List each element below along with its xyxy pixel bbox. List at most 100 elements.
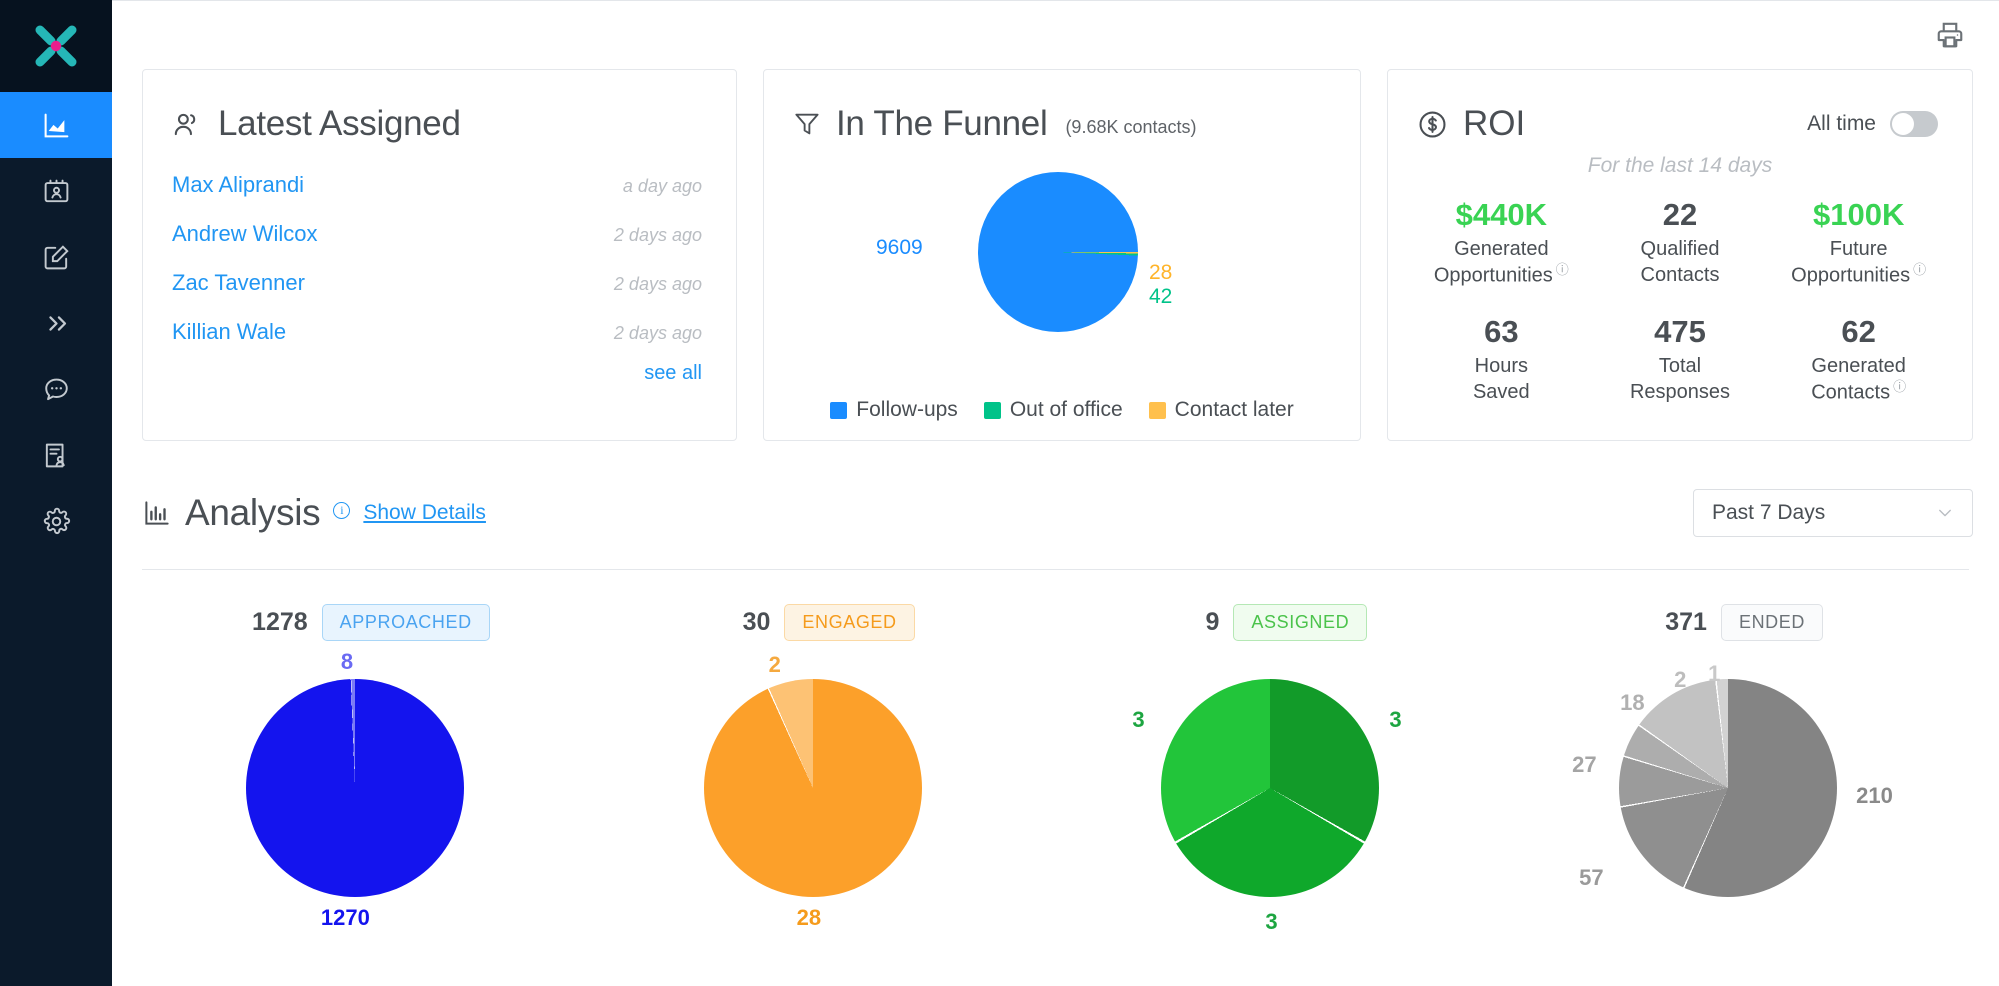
pie-label-1: 1: [1708, 661, 1720, 687]
roi-metric-future-opportunities: $100K Future Opportunitiesⓘ: [1769, 198, 1948, 289]
roi-metric-value: 63: [1412, 315, 1591, 349]
funnel-header: In The Funnel (9.68K contacts): [764, 70, 1360, 144]
list-item[interactable]: Andrew Wilcox 2 days ago: [172, 209, 702, 258]
assigned-timestamp: 2 days ago: [614, 323, 702, 344]
assigned-contact-name[interactable]: Andrew Wilcox: [172, 221, 317, 247]
roi-caption-line1: Total: [1659, 355, 1701, 377]
sidebar-item-contacts-calendar[interactable]: [0, 158, 112, 224]
ended-pie-chart: 210 57 27 18 2 1: [1564, 647, 1924, 947]
document-contact-icon: [42, 441, 71, 470]
stage-header: 1278 APPROACHED: [252, 604, 490, 641]
in-the-funnel-card: In The Funnel (9.68K contacts) 9609 28 4…: [763, 69, 1361, 441]
chat-bubble-icon: [42, 375, 71, 404]
assigned-pie-chart: 3 3 3: [1106, 647, 1466, 947]
roi-metric-value: 475: [1591, 315, 1770, 349]
print-button[interactable]: [1935, 20, 1965, 50]
calendar-contact-icon: [42, 177, 71, 206]
status-badge[interactable]: APPROACHED: [322, 604, 490, 641]
info-icon[interactable]: i: [333, 502, 350, 519]
status-badge[interactable]: ASSIGNED: [1233, 604, 1367, 641]
dollar-circle-icon: [1416, 108, 1449, 141]
sidebar-item-analytics[interactable]: [0, 92, 112, 158]
app-logo[interactable]: [0, 0, 112, 92]
roi-metric-qualified-contacts: 22 Qualified Contacts: [1591, 198, 1770, 289]
sidebar: [0, 0, 112, 986]
help-icon[interactable]: ⓘ: [1893, 379, 1906, 396]
show-details-link[interactable]: Show Details: [363, 501, 486, 525]
roi-metric-caption: Future Opportunitiesⓘ: [1769, 236, 1948, 289]
roi-metric-value: $100K: [1769, 198, 1948, 232]
pie: [1619, 679, 1837, 897]
all-time-toggle[interactable]: [1890, 111, 1938, 137]
roi-metrics-grid: $440K Generated Opportunitiesⓘ 22 Qualif…: [1388, 178, 1972, 406]
roi-metric-value: 62: [1769, 315, 1948, 349]
roi-subtitle: For the last 14 days: [1388, 144, 1972, 178]
list-item[interactable]: Max Aliprandi a day ago: [172, 160, 702, 209]
funnel-subtitle: (9.68K contacts): [1065, 117, 1196, 144]
roi-header: ROI All time: [1388, 70, 1972, 144]
assigned-timestamp: 2 days ago: [614, 225, 702, 246]
stage-ended: 371 ENDED 210 57 27 18 2 1: [1515, 604, 1973, 947]
stage-count: 30: [743, 608, 771, 637]
stage-approached: 1278 APPROACHED 1270 8: [142, 604, 600, 947]
assigned-contact-name[interactable]: Zac Tavenner: [172, 270, 305, 296]
roi-caption-line1: Qualified: [1641, 238, 1720, 260]
status-badge[interactable]: ENGAGED: [784, 604, 914, 641]
funnel-label-contact-later: 28: [1149, 261, 1172, 285]
toggle-knob: [1892, 113, 1914, 135]
analysis-stages: 1278 APPROACHED 1270 8 30 ENGAGED 28: [112, 570, 1999, 947]
see-all-link[interactable]: see all: [644, 362, 702, 384]
main-content: Latest Assigned Max Aliprandi a day ago …: [112, 0, 1999, 986]
pie-label-28: 28: [797, 905, 821, 931]
analysis-title: Analysis: [185, 492, 320, 534]
sidebar-item-conversations[interactable]: [0, 356, 112, 422]
edit-square-icon: [42, 243, 71, 272]
chart-icon: [42, 111, 71, 140]
sidebar-item-sequences[interactable]: [0, 290, 112, 356]
assigned-contact-name[interactable]: Max Aliprandi: [172, 172, 304, 198]
pie-label-57: 57: [1579, 865, 1603, 891]
pie-label-bottom: 3: [1265, 909, 1277, 935]
roi-caption-line1: Hours: [1475, 355, 1528, 377]
roi-caption-line1: Generated: [1811, 355, 1906, 377]
summary-cards-row: Latest Assigned Max Aliprandi a day ago …: [112, 69, 1999, 441]
roi-metric-value: $440K: [1412, 198, 1591, 232]
roi-metric-caption: Hours Saved: [1412, 353, 1591, 405]
date-range-select[interactable]: Past 7 Days: [1693, 489, 1973, 537]
roi-metric-caption: Qualified Contacts: [1591, 236, 1770, 288]
stage-header: 30 ENGAGED: [743, 604, 915, 641]
funnel-title: In The Funnel: [836, 104, 1047, 144]
stage-assigned: 9 ASSIGNED 3 3 3: [1058, 604, 1516, 947]
funnel-label-followups: 9609: [876, 236, 923, 260]
pie-label-27: 27: [1572, 752, 1596, 778]
legend-item-out-of-office: Out of office: [984, 398, 1123, 422]
help-icon[interactable]: ⓘ: [1556, 262, 1569, 279]
help-icon[interactable]: ⓘ: [1913, 262, 1926, 279]
roi-metric-caption: Generated Opportunitiesⓘ: [1412, 236, 1591, 289]
all-time-toggle-group[interactable]: All time: [1807, 111, 1938, 137]
analysis-title-group: Analysis i Show Details: [142, 492, 486, 534]
roi-metric-generated-opportunities: $440K Generated Opportunitiesⓘ: [1412, 198, 1591, 289]
roi-metric-caption: Generated Contactsⓘ: [1769, 353, 1948, 406]
roi-title-group: ROI: [1416, 104, 1525, 144]
pie: [246, 679, 464, 897]
approached-pie-chart: 1270 8: [191, 647, 551, 947]
roi-metric-generated-contacts: 62 Generated Contactsⓘ: [1769, 315, 1948, 406]
printer-icon: [1935, 20, 1965, 50]
legend-swatch: [830, 402, 847, 419]
latest-assigned-list: Max Aliprandi a day ago Andrew Wilcox 2 …: [143, 144, 736, 356]
roi-metric-hours-saved: 63 Hours Saved: [1412, 315, 1591, 406]
assigned-contact-name[interactable]: Killian Wale: [172, 319, 286, 345]
list-item[interactable]: Zac Tavenner 2 days ago: [172, 258, 702, 307]
double-chevron-right-icon: [42, 309, 71, 338]
status-badge[interactable]: ENDED: [1721, 604, 1823, 641]
funnel-icon: [792, 109, 822, 139]
pie-label-left: 3: [1132, 707, 1144, 733]
pie-label-18: 18: [1620, 690, 1644, 716]
people-icon: [171, 108, 204, 141]
legend-item-contact-later: Contact later: [1149, 398, 1294, 422]
sidebar-item-compose[interactable]: [0, 224, 112, 290]
sidebar-item-settings[interactable]: [0, 488, 112, 554]
list-item[interactable]: Killian Wale 2 days ago: [172, 307, 702, 356]
sidebar-item-reports[interactable]: [0, 422, 112, 488]
